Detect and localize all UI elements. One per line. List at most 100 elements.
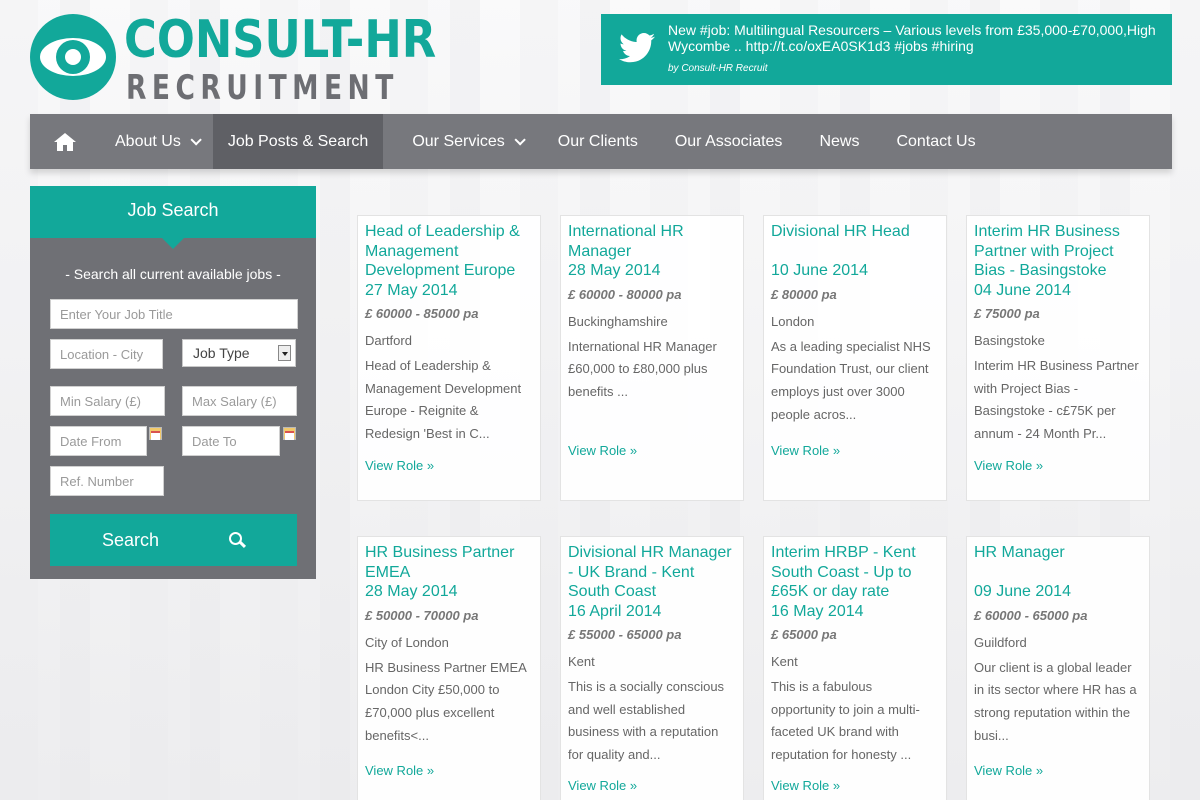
job-title-link[interactable]: Divisional HR Manager - UK Brand - Kent … [568,543,736,602]
twitter-bird-icon [619,33,655,63]
date-from-input[interactable] [50,426,147,456]
calendar-icon[interactable] [149,427,162,440]
calendar-icon[interactable] [283,427,296,440]
heading-pointer [162,238,184,249]
job-date: 16 April 2014 [568,602,662,620]
job-description: Head of Leadership & Management Developm… [365,358,522,442]
job-title-link[interactable]: International HR Manager [568,222,736,261]
job-location: City of London [365,634,449,650]
job-description: Interim HR Business Partner with Project… [974,358,1139,442]
chevron-down-icon [514,133,526,146]
job-salary: £ 80000 pa [771,286,837,302]
view-role-link[interactable]: View Role » [974,458,1043,473]
job-location: Guildford [974,634,1027,650]
view-role-link[interactable]: View Role » [365,458,434,473]
job-card: Head of Leadership & Management Developm… [357,215,541,501]
view-role-link[interactable]: View Role » [568,443,637,458]
job-search-panel: Job Search - Search all current availabl… [30,186,316,579]
job-description: HR Business Partner EMEA London City £50… [365,659,527,743]
job-type-value: Job Type [193,345,250,361]
job-search-heading-text: Job Search [127,200,219,220]
job-card: Interim HRBP - Kent South Coast - Up to … [763,536,947,800]
view-role-link[interactable]: View Role » [771,443,840,458]
nav-news[interactable]: News [804,114,881,169]
job-search-description: - Search all current available jobs - [65,266,281,282]
job-date: 27 May 2014 [365,281,458,299]
search-button-label: Search [101,529,160,550]
search-button[interactable]: Search [50,514,297,566]
eye-logo-icon [30,14,116,100]
job-description: This is a fabulous opportunity to join a… [771,679,920,763]
nav-our-clients[interactable]: Our Clients [537,114,660,169]
home-icon [54,132,76,151]
nav-contact-us[interactable]: Contact Us [881,114,990,169]
nav-home[interactable] [30,114,100,169]
max-salary-input[interactable] [182,386,297,416]
job-date: 28 May 2014 [568,262,661,279]
nav-about-us[interactable]: About Us [100,114,213,169]
job-title-link[interactable]: Interim HR Business Partner with Project… [974,222,1142,281]
job-location: Buckinghamshire [568,313,668,329]
job-salary: £ 50000 - 70000 pa [365,607,479,623]
nav-about-us-label: About Us [115,132,181,150]
nav-our-associates[interactable]: Our Associates [660,114,805,169]
job-location: Dartford [365,333,412,348]
job-date: 28 May 2014 [365,583,458,600]
min-salary-input[interactable] [50,386,165,416]
job-salary: £ 60000 - 80000 pa [568,286,682,302]
nav-our-associates-label: Our Associates [674,132,783,150]
nav-our-services[interactable]: Our Services [383,114,536,169]
job-title-link[interactable]: HR Business Partner EMEA [365,543,533,582]
job-salary: £ 75000 pa [974,306,1040,321]
logo-title: CONSULT-HR [124,10,437,70]
job-title-link[interactable]: Divisional HR Head [771,222,939,261]
view-role-link[interactable]: View Role » [771,778,840,793]
job-card: HR Manager 09 June 2014 £ 60000 - 65000 … [966,536,1150,800]
job-card: HR Business Partner EMEA 28 May 2014 £ 5… [357,536,541,800]
view-role-link[interactable]: View Role » [568,778,637,793]
ref-number-input[interactable] [50,466,164,496]
site-logo[interactable]: CONSULT-HR RECRUITMENT [30,10,436,108]
search-icon [229,532,245,548]
job-title-input[interactable] [50,299,298,329]
job-type-select[interactable]: Job Type [182,339,296,367]
job-salary: £ 65000 pa [771,627,837,642]
job-description: This is a socially conscious and well es… [568,679,725,763]
tweet-author[interactable]: by Consult-HR Recruit [668,63,767,74]
job-search-heading: Job Search [30,186,316,249]
job-card: International HR Manager 28 May 2014 £ 6… [560,215,744,501]
job-date: 09 June 2014 [974,583,1071,600]
job-location: London [771,313,815,329]
job-title-link[interactable]: Interim HRBP - Kent South Coast - Up to … [771,543,939,602]
job-card: Divisional HR Head 10 June 2014 £ 80000 … [763,215,947,501]
dropdown-arrow-icon [278,345,291,361]
nav-job-posts-label: Job Posts & Search [227,132,369,150]
view-role-link[interactable]: View Role » [974,763,1043,778]
job-title-link[interactable]: Head of Leadership & Management Developm… [365,222,533,281]
view-role-link[interactable]: View Role » [365,763,434,778]
job-location: Kent [568,654,595,669]
job-salary: £ 60000 - 65000 pa [974,607,1088,623]
nav-job-posts-search[interactable]: Job Posts & Search [212,114,384,169]
job-salary: £ 55000 - 65000 pa [568,627,682,642]
nav-our-clients-label: Our Clients [557,132,638,150]
job-description: Our client is a global leader in its sec… [974,659,1137,743]
job-description: International HR Manager £60,000 to £80,… [568,338,717,399]
job-description: As a leading specialist NHS Foundation T… [771,338,931,422]
job-date: 10 June 2014 [771,262,868,279]
chevron-down-icon [190,133,202,146]
job-date: 04 June 2014 [974,281,1071,299]
job-title-link[interactable]: HR Manager [974,543,1142,582]
job-date: 16 May 2014 [771,602,864,620]
main-nav: About Us Job Posts & Search Our Services… [30,114,1172,169]
nav-contact-us-label: Contact Us [896,132,976,150]
location-input[interactable] [50,339,163,369]
nav-news-label: News [819,132,860,150]
job-card: Divisional HR Manager - UK Brand - Kent … [560,536,744,800]
tweet-text[interactable]: New #job: Multilingual Resourcers – Vari… [668,22,1158,54]
logo-subtitle: RECRUITMENT [126,68,399,108]
job-card: Interim HR Business Partner with Project… [966,215,1150,501]
nav-our-services-label: Our Services [412,132,505,150]
job-salary: £ 60000 - 85000 pa [365,306,479,321]
date-to-input[interactable] [182,426,280,456]
